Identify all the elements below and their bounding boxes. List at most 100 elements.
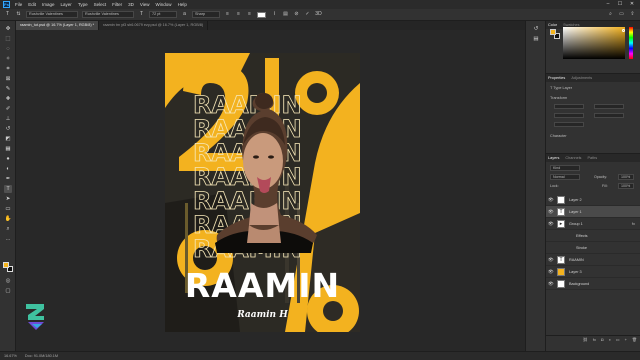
text-color-swatch[interactable] — [257, 11, 266, 18]
zoom-icon[interactable]: ⌕ — [4, 225, 12, 233]
blend-mode-select[interactable]: Normal — [550, 174, 580, 180]
maximize-icon[interactable]: ☐ — [614, 0, 626, 9]
type-tool-preset-icon[interactable]: T — [4, 11, 11, 18]
poster-artwork[interactable]: RAAMIN RAAMIN RAAMIN RAAMIN RAAMIN RAAMI… — [165, 53, 360, 332]
transform-x-field[interactable] — [554, 113, 584, 118]
close-icon[interactable]: ✕ — [626, 0, 638, 9]
shape-icon[interactable]: ▭ — [4, 205, 12, 213]
layer-row[interactable]: 👁 T Layer 1 — [546, 206, 640, 218]
color-picker-field[interactable] — [563, 27, 625, 59]
more-tools-icon[interactable]: … — [4, 235, 12, 243]
adjustment-icon[interactable]: ◑ — [608, 337, 610, 342]
path-select-icon[interactable]: ➤ — [4, 195, 12, 203]
menu-layer[interactable]: Layer — [61, 2, 72, 7]
antialias-select[interactable]: Sharp — [192, 11, 220, 18]
fx-icon[interactable]: fx — [593, 337, 596, 342]
link-layers-icon[interactable]: ⛓ — [583, 337, 588, 342]
foreground-background-swatches[interactable] — [3, 262, 13, 272]
opacity-field[interactable]: 100% — [618, 174, 634, 180]
layer-row[interactable]: Effects — [546, 230, 640, 242]
menu-image[interactable]: Image — [42, 2, 55, 7]
transform-section-label[interactable]: Transform — [550, 96, 567, 100]
menu-view[interactable]: View — [140, 2, 150, 7]
commit-icon[interactable]: ✓ — [304, 11, 311, 18]
marquee-icon[interactable]: ⬚ — [4, 35, 12, 43]
visibility-eye-icon[interactable]: 👁 — [548, 221, 554, 227]
font-size-select[interactable]: 72 pt — [149, 11, 177, 18]
align-right-icon[interactable]: ≡ — [246, 11, 253, 18]
cancel-icon[interactable]: ⊘ — [293, 11, 300, 18]
heal-icon[interactable]: ✚ — [4, 95, 12, 103]
canvas-area[interactable]: RAAMIN RAAMIN RAAMIN RAAMIN RAAMIN RAAMI… — [16, 30, 525, 351]
hand-icon[interactable]: ✋ — [4, 215, 12, 223]
character-panel-icon[interactable]: ▤ — [282, 11, 289, 18]
transform-y-field[interactable] — [594, 113, 624, 118]
history-panel-icon[interactable]: ↺ — [532, 25, 540, 33]
layer-row[interactable]: 👁 Layer 3 — [546, 266, 640, 278]
trash-icon[interactable]: 🗑 — [632, 337, 637, 342]
transform-height-field[interactable] — [594, 104, 624, 109]
screen-mode-icon[interactable]: ▢ — [4, 287, 12, 295]
tab-layers[interactable]: Layers — [548, 156, 559, 160]
character-section-label[interactable]: Character — [550, 134, 567, 138]
eyedropper-icon[interactable]: ✎ — [4, 85, 12, 93]
poster-signature[interactable]: Raamin H — [165, 310, 360, 320]
visibility-eye-icon[interactable]: 👁 — [548, 269, 554, 275]
layer-kind-filter[interactable]: Kind — [550, 165, 580, 171]
blur-icon[interactable]: ● — [4, 155, 12, 163]
tab-properties[interactable]: Properties — [548, 76, 565, 80]
menu-type[interactable]: Type — [78, 2, 88, 7]
wand-icon[interactable]: ✧ — [4, 55, 12, 63]
layer-row[interactable]: 👁 Layer 2 — [546, 194, 640, 206]
tab-raamin-tut[interactable]: raamin_tut.psd @ 16.7% (Layer 1, RGB/8) … — [16, 21, 100, 30]
layer-name[interactable]: Background — [569, 282, 589, 286]
share-icon[interactable]: ⇧ — [629, 11, 636, 18]
layer-row[interactable]: Stroke — [546, 242, 640, 254]
align-center-icon[interactable]: ≡ — [235, 11, 242, 18]
eraser-icon[interactable]: ◩ — [4, 135, 12, 143]
stamp-icon[interactable]: ⊥ — [4, 115, 12, 123]
foreground-color-swatch[interactable] — [3, 262, 9, 268]
menu-select[interactable]: Select — [94, 2, 107, 7]
tab-raamin-ezy[interactable]: raamin tm yt3 sh6.0679 ezy.psd @ 16.7% (… — [99, 21, 209, 30]
transform-angle-field[interactable] — [554, 122, 584, 127]
layer-effects-icon[interactable]: fx — [632, 221, 635, 226]
zoom-level[interactable]: 16.67% — [4, 354, 17, 358]
move-icon[interactable]: ✥ — [4, 25, 12, 33]
lasso-icon[interactable]: ◌ — [4, 45, 12, 53]
layer-row[interactable]: 👁 T RAAMIN — [546, 254, 640, 266]
tab-adjustments[interactable]: Adjustments — [571, 76, 592, 80]
visibility-eye-icon[interactable]: 👁 — [548, 209, 554, 215]
font-style-select[interactable]: Rushville Valentines — [82, 11, 134, 18]
minimize-icon[interactable]: – — [602, 0, 614, 9]
quick-mask-icon[interactable]: ◎ — [4, 277, 12, 285]
layer-row[interactable]: 👁 Background — [546, 278, 640, 290]
tab-color[interactable]: Color — [548, 23, 557, 27]
transform-width-field[interactable] — [554, 104, 584, 109]
dodge-icon[interactable]: ◐ — [4, 165, 12, 173]
new-layer-icon[interactable]: + — [625, 337, 627, 342]
color-picker-cursor[interactable] — [622, 29, 625, 32]
search-icon[interactable]: ⌕ — [607, 11, 614, 18]
visibility-eye-icon[interactable]: 👁 — [548, 257, 554, 263]
menu-window[interactable]: Window — [156, 2, 172, 7]
foreground-color-swatch[interactable] — [550, 29, 556, 35]
layer-name[interactable]: Layer 2 — [569, 198, 582, 202]
menu-3d[interactable]: 3D — [128, 2, 134, 7]
brush-icon[interactable]: ✐ — [4, 105, 12, 113]
align-left-icon[interactable]: ≡ — [224, 11, 231, 18]
layer-name[interactable]: RAAMIN — [569, 258, 584, 262]
crop-icon[interactable]: ⌗ — [4, 65, 12, 73]
layer-name[interactable]: Layer 3 — [569, 270, 582, 274]
3d-icon[interactable]: 3D — [315, 11, 322, 18]
gradient-icon[interactable]: ▦ — [4, 145, 12, 153]
workspace-icon[interactable]: ▭ — [618, 11, 625, 18]
mask-icon[interactable]: ◘ — [601, 337, 603, 342]
visibility-eye-icon[interactable]: 👁 — [548, 197, 554, 203]
menu-filter[interactable]: Filter — [112, 2, 122, 7]
menu-file[interactable]: File — [15, 2, 22, 7]
pen-icon[interactable]: ✒ — [4, 175, 12, 183]
layer-name[interactable]: Group 1 — [569, 222, 583, 226]
menu-help[interactable]: Help — [178, 2, 187, 7]
fill-field[interactable]: 100% — [618, 183, 634, 189]
